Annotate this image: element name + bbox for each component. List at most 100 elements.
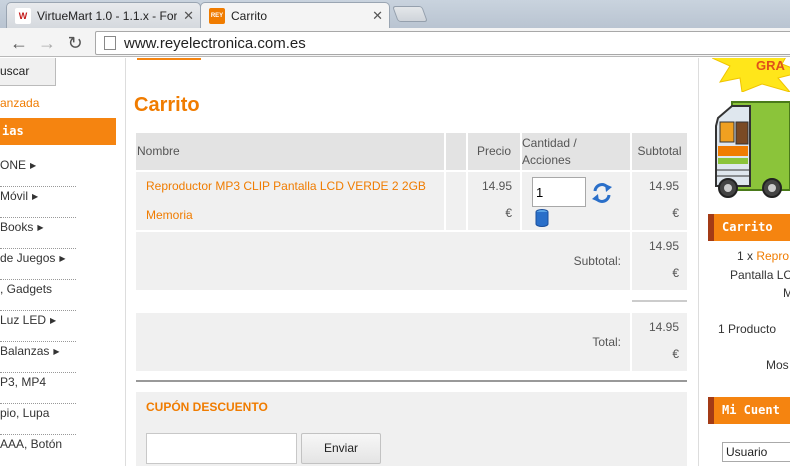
promo-star-badge: GRA xyxy=(712,58,790,92)
main-content: Carrito Nombre Precio Cantidad / Accione… xyxy=(127,58,697,466)
page-title: Carrito xyxy=(134,94,200,116)
quantity-input[interactable] xyxy=(532,177,586,207)
product-link[interactable]: Reproductor MP3 CLIP Pantalla LCD VERDE … xyxy=(146,177,444,195)
coupon-submit-button[interactable]: Enviar xyxy=(301,433,381,464)
subtotal-label-cell: Subtotal: xyxy=(136,232,630,290)
tab-bar: W VirtueMart 1.0 - 1.1.x - For ✕ REY Car… xyxy=(0,0,790,28)
new-tab-button[interactable] xyxy=(392,6,428,22)
subtotal-divider xyxy=(632,300,687,302)
total-label-cell: Total: xyxy=(136,313,630,371)
category-item[interactable]: ONE ▶ xyxy=(0,156,76,187)
category-item[interactable]: Móvil ▶ xyxy=(0,187,76,218)
right-sidebar: GRA Carrito 1 x Repro Pantalla LC M 1 Pr… xyxy=(698,58,790,466)
section-divider xyxy=(136,380,687,382)
forward-arrow-icon[interactable]: → xyxy=(36,32,58,54)
category-label: ONE xyxy=(0,158,27,172)
delete-icon[interactable] xyxy=(535,209,549,227)
tab-title: Carrito xyxy=(231,8,268,23)
category-list: ONE ▶ Móvil ▶ Books ▶ de Juegos ▶ , Gadgets … xyxy=(0,156,76,466)
header-subtotal: Subtotal xyxy=(632,133,687,170)
arrow-right-icon: ▶ xyxy=(37,223,44,232)
category-item[interactable]: Luz LED ▶ xyxy=(0,311,76,342)
category-item[interactable]: P3, MP4 xyxy=(0,373,76,404)
item-subtotal-cell: 14.95 € xyxy=(632,172,687,230)
header-quantity-line1: Cantidad / xyxy=(522,136,577,150)
header-price: Precio xyxy=(468,133,520,170)
user-select[interactable]: Usuario xyxy=(722,442,790,462)
item-subtotal-currency: € xyxy=(672,206,679,220)
mini-cart-product-link[interactable]: Repro xyxy=(756,249,789,263)
product-link-line2[interactable]: Memoria xyxy=(146,206,444,224)
category-label: , Gadgets xyxy=(0,282,53,296)
total-label: Total: xyxy=(592,335,621,349)
promo-star-text: GRA xyxy=(756,58,786,73)
reload-icon[interactable]: ↻ xyxy=(64,32,86,54)
web-page: uscar anzada ias ONE ▶ Móvil ▶ Books ▶ de J… xyxy=(0,58,790,466)
category-item[interactable]: AAA, Botón xyxy=(0,435,76,466)
browser-toolbar: ← → ↻ www.reyelectronica.com.es xyxy=(0,28,790,57)
mini-cart-line3[interactable]: M xyxy=(783,286,790,300)
back-arrow-icon[interactable]: ← xyxy=(8,32,30,54)
mini-cart-line1: 1 x Repro xyxy=(737,249,789,263)
item-price-currency: € xyxy=(505,206,512,220)
coupon-code-input[interactable] xyxy=(146,433,297,464)
tab-title: VirtueMart 1.0 - 1.1.x - For xyxy=(37,8,178,23)
tab-close-icon[interactable]: ✕ xyxy=(372,8,383,24)
url-text: www.reyelectronica.com.es xyxy=(124,34,306,52)
item-subtotal: 14.95 xyxy=(648,179,679,193)
subtotal-value-cell: 14.95 € xyxy=(632,232,687,290)
category-label: Balanzas xyxy=(0,344,50,358)
mini-cart-header: Carrito xyxy=(708,214,790,241)
category-label: Luz LED xyxy=(0,313,47,327)
subtotal-value: 14.95 xyxy=(648,239,679,253)
tab-carrito[interactable]: REY Carrito ✕ xyxy=(200,2,390,28)
mini-cart-product-count: 1 Producto xyxy=(718,322,777,336)
category-label: AAA, Botón xyxy=(0,437,63,451)
arrow-right-icon: ▶ xyxy=(59,254,66,263)
category-label: de Juegos xyxy=(0,251,56,265)
item-spacer xyxy=(446,172,466,230)
category-item[interactable]: pio, Lupa xyxy=(0,404,76,435)
category-item[interactable]: de Juegos ▶ xyxy=(0,249,76,280)
top-accent-bar xyxy=(137,58,201,60)
tab-close-icon[interactable]: ✕ xyxy=(183,8,194,24)
mini-cart-line2[interactable]: Pantalla LC xyxy=(730,268,790,282)
arrow-right-icon: ▶ xyxy=(30,161,37,170)
header-spacer xyxy=(446,133,466,170)
category-item[interactable]: Balanzas ▶ xyxy=(0,342,76,373)
item-price-cell: 14.95 € xyxy=(468,172,520,230)
virtuemart-favicon-icon: W xyxy=(15,7,31,24)
category-item[interactable]: , Gadgets xyxy=(0,280,76,311)
header-quantity: Cantidad / Acciones xyxy=(522,133,630,170)
subtotal-currency: € xyxy=(672,266,679,280)
arrow-right-icon: ▶ xyxy=(32,192,39,201)
advanced-search-link[interactable]: anzada xyxy=(0,96,39,110)
tab-virtuemart[interactable]: W VirtueMart 1.0 - 1.1.x - For ✕ xyxy=(6,2,201,28)
address-bar[interactable]: www.reyelectronica.com.es xyxy=(95,31,790,55)
category-label: Books xyxy=(0,220,34,234)
item-name-cell: Reproductor MP3 CLIP Pantalla LCD VERDE … xyxy=(136,172,444,230)
header-quantity-line2: Acciones xyxy=(522,153,571,167)
category-label: pio, Lupa xyxy=(0,406,50,420)
search-button[interactable]: uscar xyxy=(0,58,56,86)
truck-image xyxy=(715,101,790,198)
coupon-title: CUPÓN DESCUENTO xyxy=(146,400,268,414)
show-cart-link[interactable]: Mos xyxy=(766,358,789,372)
total-currency: € xyxy=(672,347,679,361)
arrow-right-icon: ▶ xyxy=(53,347,60,356)
left-sidebar: uscar anzada ias ONE ▶ Móvil ▶ Books ▶ de J… xyxy=(0,58,126,466)
categories-header: ias xyxy=(0,118,116,145)
item-price: 14.95 xyxy=(481,179,512,193)
refresh-icon[interactable] xyxy=(591,182,613,204)
coupon-section: CUPÓN DESCUENTO Enviar xyxy=(136,392,687,466)
account-header: Mi Cuent xyxy=(708,397,790,424)
mini-cart-qty: 1 x xyxy=(737,249,757,263)
header-name: Nombre xyxy=(136,133,444,170)
rey-favicon-icon: REY xyxy=(209,7,225,24)
category-label: Móvil xyxy=(0,189,29,203)
category-item[interactable]: Books ▶ xyxy=(0,218,76,249)
total-value-cell: 14.95 € xyxy=(632,313,687,371)
page-icon xyxy=(104,36,116,50)
arrow-right-icon: ▶ xyxy=(50,316,57,325)
subtotal-label: Subtotal: xyxy=(573,254,621,268)
